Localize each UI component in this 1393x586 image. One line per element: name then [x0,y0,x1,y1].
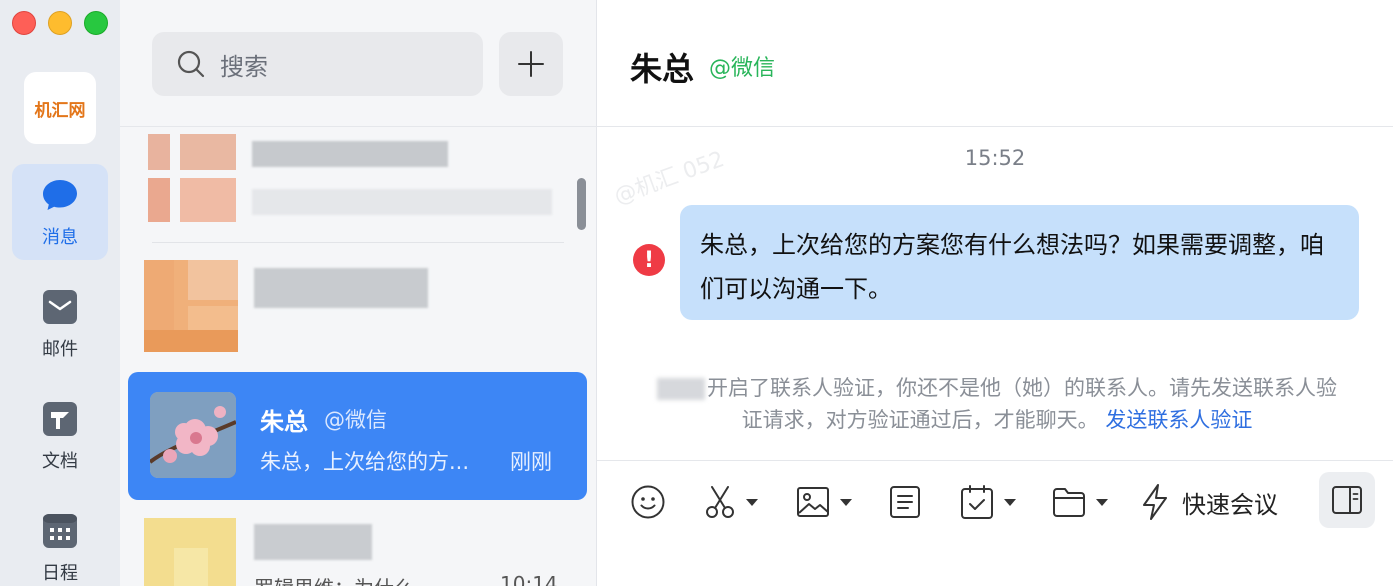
quick-meeting-button[interactable]: 快速会议 [1140,482,1278,522]
window-close-button[interactable] [12,11,36,35]
nav-rail: 机汇网 消息 邮件 文档 日程 [0,0,120,586]
conversation-list: 搜索 朱总 @微信 朱总，上次给您的方... 刚刚 10:14 [120,0,597,586]
nav-label-calendar: 日程 [42,563,78,584]
contact-source-tag: @微信 [324,408,387,432]
chat-pane: 朱总 @微信 @机汇 052 15:52 ! 朱总，上次给您的方案您有什么想法吗… [597,0,1393,586]
message-preview: 罗辑思维：为什么 [254,572,414,586]
chat-source-tag: @微信 [709,56,776,81]
blurred-name [252,141,448,167]
app-window: 机汇网 消息 邮件 文档 日程 搜索 朱总 @微信 朱总，上次给您的方... 刚… [0,0,1393,586]
plus-icon [518,51,544,77]
send-verification-link[interactable]: 发送联系人验证 [1105,408,1252,432]
note-icon [890,486,920,518]
nav-label-messages: 消息 [42,227,78,248]
message-time: 10:14 [500,572,558,586]
task-icon [961,485,993,519]
org-logo[interactable]: 机汇网 [24,72,96,144]
add-button[interactable] [499,32,563,96]
emoji-button[interactable] [630,482,666,522]
scissors-icon [706,486,734,518]
screenshot-button[interactable] [704,482,758,522]
list-item-selected[interactable]: 朱总 @微信 朱总，上次给您的方... 刚刚 [128,372,587,500]
chevron-down-icon [1096,498,1108,506]
message-bubble[interactable]: 朱总，上次给您的方案您有什么想法吗？如果需要调整，咱们可以沟通一下。 [680,205,1359,320]
plum-blossom-avatar-image [150,392,236,478]
image-button[interactable] [796,482,852,522]
nav-item-docs[interactable]: 文档 [12,388,108,484]
chevron-down-icon [1004,498,1016,506]
nav-label-mail: 邮件 [42,339,78,360]
file-button[interactable] [1052,482,1108,522]
message-timestamp: 15:52 [964,146,1026,170]
contact-name: 朱总 [260,408,308,436]
sidebar-toggle-icon [1332,486,1362,514]
avatar [144,518,236,586]
chevron-down-icon [746,498,758,506]
avatar [148,134,236,222]
lightning-icon [1143,484,1167,520]
nav-item-mail[interactable]: 邮件 [12,276,108,372]
emoji-icon [631,485,665,519]
blurred-name [254,268,428,308]
list-item[interactable] [120,127,580,242]
avatar [144,260,238,352]
chat-title: 朱总 [630,50,695,88]
folder-icon [1053,488,1085,517]
composer-divider [597,460,1393,461]
org-logo-text: 机汇网 [34,100,86,121]
search-placeholder: 搜索 [220,52,268,81]
search-input[interactable]: 搜索 [152,32,483,96]
nav-item-calendar[interactable]: 日程 [12,500,108,586]
blurred-name [254,524,372,560]
verification-notice: 开启了联系人验证，你还不是他（她）的联系人。请先发送联系人验证请求，对方验证通过… [647,372,1347,436]
task-button[interactable] [960,482,1016,522]
message-preview: 朱总，上次给您的方... [260,450,470,474]
send-failed-icon[interactable]: ! [633,244,665,276]
quick-meeting-label: 快速会议 [1182,490,1278,519]
note-button[interactable] [889,482,921,522]
window-zoom-button[interactable] [84,11,108,35]
window-minimize-button[interactable] [48,11,72,35]
blurred-contact-name [657,378,705,400]
nav-label-docs: 文档 [42,451,78,472]
chat-bubble-icon [43,180,77,210]
message-time: 刚刚 [510,450,552,474]
document-icon [43,402,77,436]
mail-icon [43,290,77,324]
chevron-down-icon [840,498,852,506]
blurred-preview [252,189,552,215]
sidebar-toggle-button[interactable] [1319,472,1375,528]
avatar [150,392,236,478]
chat-header: 朱总 @微信 [597,0,1393,127]
calendar-icon [43,514,77,548]
list-scrollbar[interactable] [577,178,586,230]
nav-item-messages[interactable]: 消息 [12,164,108,260]
image-icon [797,487,829,517]
search-icon [177,50,205,78]
list-item[interactable] [120,243,580,368]
